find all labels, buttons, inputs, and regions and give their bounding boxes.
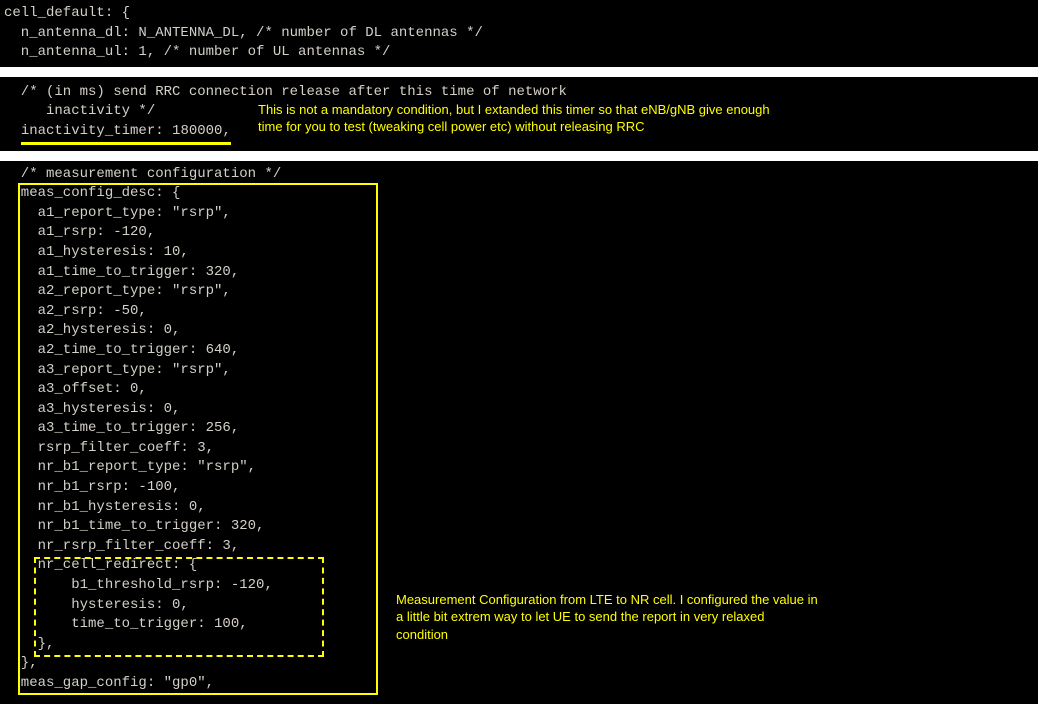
code-line: n_antenna_ul: 1, /* number of UL antenna…: [0, 43, 1038, 63]
annotation-text: a little bit extrem way to let UE to sen…: [396, 609, 765, 624]
code-block-inactivity: /* (in ms) send RRC connection release a…: [0, 77, 1038, 151]
code-block-meas-config: /* measurement configuration */ meas_con…: [0, 161, 1038, 698]
code-line: /* measurement configuration */: [0, 165, 1038, 185]
code-indent: [4, 123, 21, 139]
annotation-meas-config: Measurement Configuration from LTE to NR…: [396, 591, 956, 644]
annotation-inactivity-timer: This is not a mandatory condition, but I…: [258, 101, 998, 136]
annotation-text: condition: [396, 627, 448, 642]
code-line: /* (in ms) send RRC connection release a…: [0, 83, 1038, 103]
annotation-text: time for you to test (tweaking cell powe…: [258, 119, 645, 134]
code-line: cell_default: {: [0, 4, 1038, 24]
section-gap: [0, 67, 1038, 77]
section-gap: [0, 151, 1038, 161]
annotation-text: This is not a mandatory condition, but I…: [258, 102, 770, 117]
highlight-box-nr-cell-redirect: [34, 557, 324, 657]
annotation-text: Measurement Configuration from LTE to NR…: [396, 592, 818, 607]
inactivity-timer-highlight: inactivity_timer: 180000,: [21, 122, 231, 145]
code-block-cell-default: cell_default: { n_antenna_dl: N_ANTENNA_…: [0, 0, 1038, 67]
code-line: n_antenna_dl: N_ANTENNA_DL, /* number of…: [0, 24, 1038, 44]
